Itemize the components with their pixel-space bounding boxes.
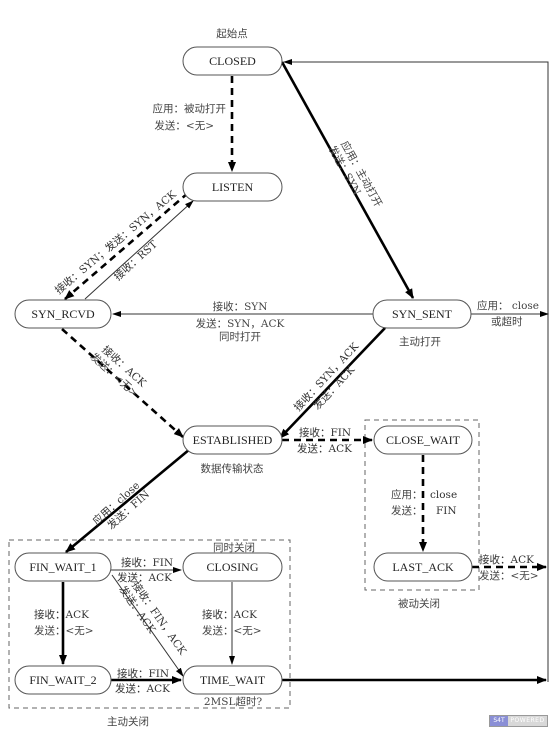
data-transfer-note: 数据传输状态 [201,462,264,475]
state-close-wait-label: CLOSE_WAIT [386,433,461,447]
state-established-label: ESTABLISHED [193,433,273,447]
state-closed: CLOSED [182,46,283,76]
active-close-note: 主动关闭 [107,715,149,728]
label-fin-wait-1-closing-2: 发送：ACK [117,571,172,584]
badge-powered: POWERED [508,716,547,726]
label-syn-rcvd-established: 接收：ACK 发送：<无> [88,343,149,400]
state-established: ESTABLISHED [182,425,283,455]
label-fin-wait-2-time-wait-2: 发送：ACK [115,682,170,695]
state-closing-label: CLOSING [206,560,258,574]
state-listen-label: LISTEN [212,180,254,194]
state-closed-label: CLOSED [209,54,256,68]
label-fin-wait-1-closing-1: 接收：FIN [121,556,173,569]
label-fin-wait-2-time-wait-1: 接收：FIN [117,667,169,680]
state-closing: CLOSING [182,552,283,582]
label-last-ack-closed-2: 发送：<无> [479,569,539,582]
tcp-state-diagram: CLOSED LISTEN SYN_RCVD SYN_SENT ESTABLIS… [8,27,549,728]
state-listen: LISTEN [182,172,283,202]
label-fin-wait-1-fin-wait-2-1: 接收：ACK [34,608,89,621]
time-wait-note: 2MSL超时? [204,695,263,708]
start-point-note: 起始点 [216,27,248,40]
label-syn-sent-syn-rcvd-1: 接收：SYN [213,300,268,313]
label-listen-syn-rcvd: 接收：SYN；发送：SYN，ACK [52,188,179,297]
state-time-wait: TIME_WAIT [182,665,283,695]
state-fin-wait-2: FIN_WAIT_2 [14,665,112,695]
edge-listen-syn-rcvd [64,192,189,300]
label-syn-sent-syn-rcvd-2: 发送：SYN，ACK [196,317,285,330]
state-time-wait-label: TIME_WAIT [200,673,266,687]
state-last-ack: LAST_ACK [373,552,473,582]
label-syn-sent-established: 接收：SYN，ACK 发送：ACK [291,340,361,414]
label-last-ack-closed-1: 接收：ACK [479,553,534,566]
label-closing-time-wait-1: 接收：ACK [202,608,257,621]
label-established-close-wait-2: 发送：ACK [297,442,352,455]
label-syn-sent-close-2: 或超时 [491,315,523,328]
simultaneous-close-note: 同时关闭 [213,541,255,554]
s4t-powered-badge: S4T POWERED [489,715,548,727]
svg-text:接收：SYN；发送：SYN，ACK: 接收：SYN；发送：SYN，ACK [52,188,179,297]
state-close-wait: CLOSE_WAIT [373,425,473,455]
label-closed-listen-2: 发送：<无> [154,119,214,132]
label-fin-wait-1-time-wait: 接收：FIN，ACK 发送：ACK [116,579,189,657]
passive-close-note: 被动关闭 [398,597,440,610]
label-syn-sent-close-1: 应用： close [477,299,539,312]
label-close-wait-last-ack-1: 应用： [391,488,423,501]
state-syn-sent: SYN_SENT [372,299,472,329]
badge-s4t: S4T [490,716,508,726]
simultaneous-open-note: 同时打开 [219,330,261,343]
state-syn-sent-label: SYN_SENT [392,307,453,321]
active-open-note: 主动打开 [399,335,441,348]
label-close-wait-last-ack-4: FIN [436,505,457,517]
state-last-ack-label: LAST_ACK [392,560,454,574]
label-established-close-wait-1: 接收：FIN [299,426,351,439]
state-syn-rcvd-label: SYN_RCVD [31,307,95,321]
label-closing-time-wait-2: 发送：<无> [202,624,262,637]
state-fin-wait-2-label: FIN_WAIT_2 [29,673,96,687]
label-closed-syn-sent: 应用：主动打开 发送：SYN [326,139,385,210]
state-fin-wait-1-label: FIN_WAIT_1 [29,560,96,574]
label-closed-listen-1: 应用：被动打开 [153,102,227,115]
label-fin-wait-1-fin-wait-2-2: 发送：<无> [34,624,94,637]
label-close-wait-last-ack-3: 发送： [391,504,423,517]
state-syn-rcvd: SYN_RCVD [14,299,112,329]
state-fin-wait-1: FIN_WAIT_1 [14,552,112,582]
label-close-wait-last-ack-2: close [430,489,457,501]
